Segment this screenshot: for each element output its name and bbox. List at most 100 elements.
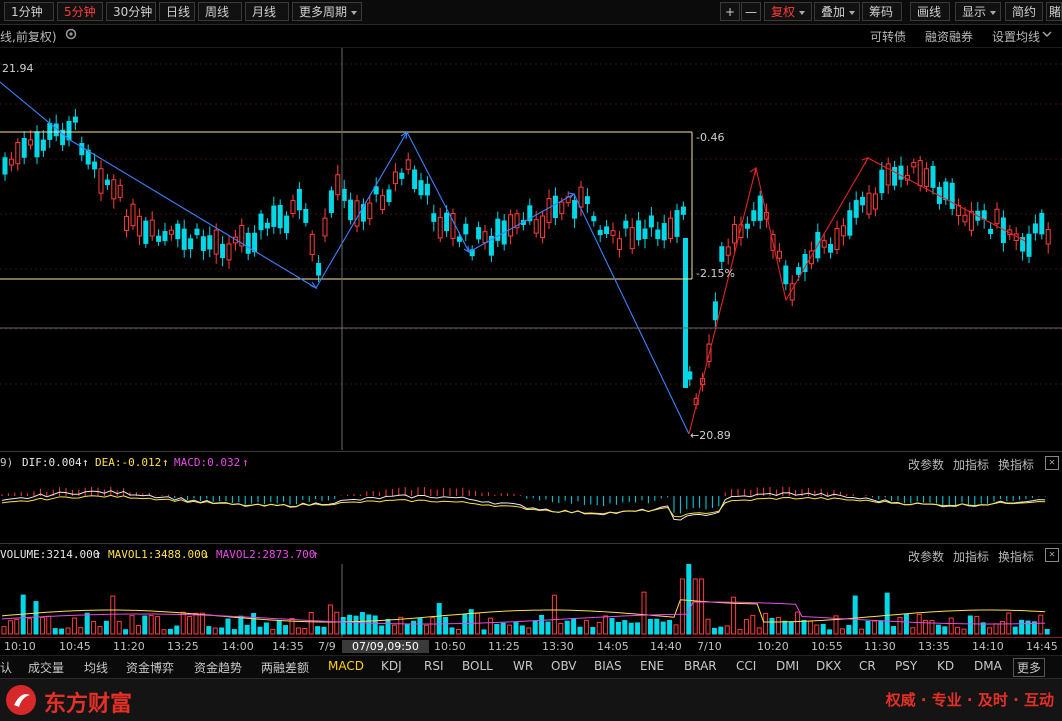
candle-series [2,108,1051,410]
tab-boll[interactable]: BOLL [462,659,493,673]
candle-body [367,202,373,220]
candle-body [757,195,763,221]
chevron-down-icon[interactable] [1042,27,1052,44]
tab-margin-diff[interactable]: 两融差额 [261,659,309,676]
zoom-in-button[interactable]: + [720,2,740,21]
time-tick: 14:40 [650,640,682,653]
tab-bias[interactable]: BIAS [594,659,622,673]
candle-body [220,243,226,259]
arrow-up-icon: ↑ [312,548,319,561]
candle-body [34,131,40,158]
period-day-button[interactable]: 日线 [159,2,195,21]
candle-body [732,224,738,244]
volume-bar [7,620,13,635]
tab-fund-trend[interactable]: 资金趋势 [194,659,242,676]
tab-recognize[interactable]: 认 [0,659,12,676]
volume-bar [641,591,647,635]
candlestick-chart[interactable]: 21.94 -0.46 -2.15% ←20.89 [0,48,1062,450]
volume-bar [1038,614,1044,635]
volume-bar [436,603,442,635]
candle-body [28,139,34,146]
period-month-button[interactable]: 月线 [245,2,289,21]
tab-cci[interactable]: CCI [736,659,756,673]
adjust-dropdown[interactable]: 复权 [764,2,812,21]
volume-bar [871,620,877,635]
close-icon[interactable]: ✕ [1045,456,1059,470]
volume-bar [807,620,813,635]
volume-bar [820,623,826,635]
simple-mode-button[interactable]: 简约 [1005,2,1043,21]
tab-ene[interactable]: ENE [640,659,664,673]
volume-bar [148,615,154,635]
tab-dma[interactable]: DMA [974,659,1002,673]
margin-trading-link[interactable]: 融资融券 [925,28,973,45]
volume-chart[interactable] [0,564,1062,637]
macd-header: 9) DIF:0.004 ↑ DEA:-0.012 ↑ MACD:0.032 ↑… [0,454,1062,472]
volume-bar [583,620,589,635]
ma-settings-link[interactable]: 设置均线 [992,28,1040,45]
convertible-bond-link[interactable]: 可转债 [870,28,906,45]
candle-body [552,195,558,219]
macd-dea-value: DEA:-0.012 [95,456,162,469]
tab-dmi[interactable]: DMI [776,659,799,673]
volume-bar [660,621,666,635]
volume-bar [315,626,321,635]
display-dropdown[interactable]: 显示 [955,2,1001,21]
candle-body [725,246,731,256]
tab-fund-game[interactable]: 资金博弈 [126,659,174,676]
candle-body [578,186,584,208]
candle-body [117,184,123,198]
period-1min-button[interactable]: 1分钟 [4,2,54,21]
volume-bar [91,620,97,635]
volume-bar [545,621,551,635]
candle-body [72,116,78,123]
candle-body [1032,223,1038,234]
tab-volume[interactable]: 成交量 [28,659,64,676]
volume-bar [231,629,237,635]
candle-body [194,228,200,236]
volume-bar [654,618,660,635]
gear-icon[interactable] [64,27,78,44]
tab-obv[interactable]: OBV [551,659,577,673]
volume-bar [123,629,129,635]
volume-bar [737,629,743,635]
period-5min-button[interactable]: 5分钟 [57,2,103,21]
tab-wr[interactable]: WR [513,659,533,673]
volume-add-indicator[interactable]: 加指标 [953,548,989,565]
volume-bar [987,627,993,635]
more-periods-dropdown[interactable]: 更多周期 [292,2,362,21]
zoom-out-button[interactable]: — [741,2,761,21]
tab-ma[interactable]: 均线 [84,659,108,676]
volume-bar [532,620,538,635]
volume-swap-indicator[interactable]: 换指标 [998,548,1034,565]
overlay-dropdown[interactable]: 叠加 [814,2,860,21]
draw-line-button[interactable]: 画线 [910,2,950,21]
macd-add-indicator[interactable]: 加指标 [953,456,989,473]
tab-psy[interactable]: PSY [895,659,917,673]
tab-kd[interactable]: KD [937,659,954,673]
candle-body [853,200,859,218]
overlay-label: 叠加 [821,5,846,19]
tab-dkx[interactable]: DKX [816,659,841,673]
candle-body [821,240,827,248]
period-week-button[interactable]: 周线 [198,2,242,21]
tab-rsi[interactable]: RSI [424,659,444,673]
candle-body [885,163,891,186]
tab-cr[interactable]: CR [859,659,876,673]
close-icon[interactable]: ✕ [1045,548,1059,562]
tab-more[interactable]: 更多 [1013,658,1046,677]
volume-bar [487,617,493,635]
volume-edit-params[interactable]: 改参数 [908,548,944,565]
candle-body [476,227,482,240]
volume-bar [135,625,141,635]
volume-bar [718,626,724,635]
tab-brar[interactable]: BRAR [684,659,717,673]
period-30min-button[interactable]: 30分钟 [106,2,156,21]
tab-kdj[interactable]: KDJ [381,659,402,673]
tab-macd[interactable]: MACD [328,659,364,673]
chips-button[interactable]: 筹码 [862,2,902,21]
macd-swap-indicator[interactable]: 换指标 [998,456,1034,473]
overflow-button[interactable]: 賭 [1046,2,1062,21]
macd-chart[interactable] [0,472,1062,542]
macd-edit-params[interactable]: 改参数 [908,456,944,473]
